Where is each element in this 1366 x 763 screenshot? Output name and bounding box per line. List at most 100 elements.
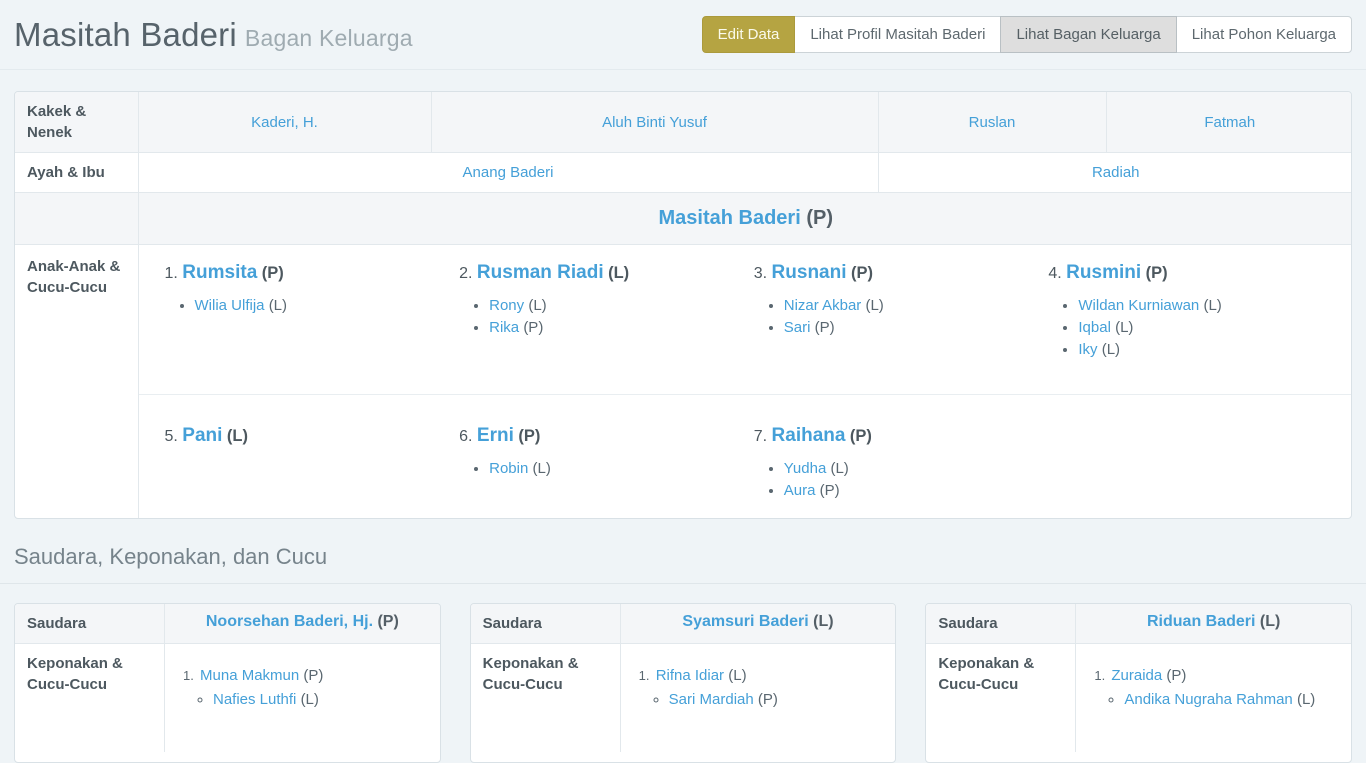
view-chart-button[interactable]: Lihat Bagan Keluarga <box>1000 16 1176 53</box>
person-link-child[interactable]: Rumsita <box>182 262 257 283</box>
sibling-card: Saudara Noorsehan Baderi, Hj. (P) Kepona… <box>14 603 441 763</box>
child-heading: 2. Rusman Riadi (L) <box>459 262 754 284</box>
self-cell: Masitah Baderi (P) <box>138 193 1352 245</box>
sibling-name-cell: Syamsuri Baderi (L) <box>621 604 896 643</box>
grandchild-item: Rony (L) <box>489 295 754 317</box>
gender-label: (L) <box>533 460 551 477</box>
siblings-section-heading: Saudara, Keponakan, dan Cucu <box>0 519 1366 584</box>
gender-label: (P) <box>262 264 284 282</box>
view-tree-button[interactable]: Lihat Pohon Keluarga <box>1176 16 1352 53</box>
person-link-grandchild[interactable]: Sari <box>784 319 811 336</box>
person-link-grandchild[interactable]: Yudha <box>784 460 827 477</box>
person-link-grandfather-paternal[interactable]: Kaderi, H. <box>251 114 318 131</box>
grandchildren-list: Nizar Akbar (L) Sari (P) <box>754 295 1049 339</box>
person-link-child[interactable]: Rusman Riadi <box>477 262 604 283</box>
person-link-grandchild[interactable]: Nizar Akbar <box>784 297 862 314</box>
gender-label: (P) <box>851 264 873 282</box>
grandchild-item: Robin (L) <box>489 458 754 480</box>
person-link-child[interactable]: Erni <box>477 425 514 446</box>
nephew-number: 1. <box>1094 668 1105 683</box>
person-link-nephew-child[interactable]: Sari Mardiah <box>669 691 754 708</box>
gender-label: (P) <box>820 482 840 499</box>
person-link-grandmother-paternal[interactable]: Aluh Binti Yusuf <box>602 114 707 131</box>
child-number: 6. <box>459 428 472 445</box>
person-link-child[interactable]: Rusnani <box>772 262 847 283</box>
nephews-cell: 1. Rifna Idiar (L) Sari Mardiah (P) <box>621 644 896 752</box>
grandchild-item: Iky (L) <box>1078 339 1343 361</box>
nephew-list: 1. Rifna Idiar (L) Sari Mardiah (P) <box>635 665 888 711</box>
gender-label: (P) <box>518 427 540 445</box>
mother-cell: Radiah <box>878 153 1352 193</box>
edit-data-button[interactable]: Edit Data <box>702 16 796 53</box>
children-grid-row-2: 5. Pani (L) 6. Erni (P) Robin (L) <box>139 394 1353 518</box>
child-entry: 6. Erni (P) Robin (L) <box>459 425 754 480</box>
gender-label: (L) <box>865 297 883 314</box>
sibling-name-cell: Riduan Baderi (L) <box>1076 604 1351 643</box>
sibling-label: Saudara <box>15 604 165 643</box>
person-link-mother[interactable]: Radiah <box>1092 164 1140 181</box>
person-link-grandchild[interactable]: Wilia Ulfija <box>195 297 265 314</box>
children-row: Anak-Anak & Cucu-Cucu 1. Rumsita (P) Wil… <box>15 245 1352 519</box>
children-row-label: Anak-Anak & Cucu-Cucu <box>15 245 138 519</box>
self-row-label-empty <box>15 193 138 245</box>
nephew-item: 1. Muna Makmun (P) Nafies Luthfi (L) <box>183 665 432 711</box>
parents-row-label: Ayah & Ibu <box>15 153 138 193</box>
person-link-grandchild[interactable]: Iky <box>1078 341 1097 358</box>
person-page-name: Masitah Baderi <box>14 16 237 53</box>
person-link-nephew[interactable]: Muna Makmun <box>200 667 299 684</box>
view-profile-button[interactable]: Lihat Profil Masitah Baderi <box>794 16 1001 53</box>
grandparent-cell: Aluh Binti Yusuf <box>431 92 878 153</box>
person-link-grandchild[interactable]: Iqbal <box>1078 319 1111 336</box>
child-heading: 1. Rumsita (P) <box>165 262 460 284</box>
page-header: Masitah BaderiBagan Keluarga Edit Data L… <box>0 0 1366 70</box>
gender-label: (P) <box>850 427 872 445</box>
nephews-cell: 1. Zuraida (P) Andika Nugraha Rahman (L) <box>1076 644 1351 752</box>
child-heading: 7. Raihana (P) <box>754 425 1049 447</box>
grandchild-item: Aura (P) <box>784 480 1049 502</box>
sibling-card-header: Saudara Noorsehan Baderi, Hj. (P) <box>15 604 440 643</box>
grandchild-item: Sari (P) <box>784 317 1049 339</box>
page-title: Masitah BaderiBagan Keluarga <box>14 16 413 54</box>
child-heading: 6. Erni (P) <box>459 425 754 447</box>
person-link-nephew[interactable]: Rifna Idiar <box>656 667 724 684</box>
person-link-nephew[interactable]: Zuraida <box>1111 667 1162 684</box>
person-link-child[interactable]: Rusmini <box>1066 262 1141 283</box>
person-link-self[interactable]: Masitah Baderi <box>659 207 801 229</box>
person-link-child[interactable]: Raihana <box>772 425 846 446</box>
person-link-grandfather-maternal[interactable]: Ruslan <box>969 114 1016 131</box>
grandchild-item: Rika (P) <box>489 317 754 339</box>
person-link-grandchild[interactable]: Rika <box>489 319 519 336</box>
person-link-grandchild[interactable]: Wildan Kurniawan <box>1078 297 1199 314</box>
child-entry: 3. Rusnani (P) Nizar Akbar (L) Sari (P) <box>754 262 1049 339</box>
person-link-sibling[interactable]: Noorsehan Baderi, Hj. <box>206 613 373 630</box>
gender-label: (L) <box>813 613 833 630</box>
nephew-children-list: Sari Mardiah (P) <box>639 689 888 711</box>
gender-label: (L) <box>269 297 287 314</box>
sibling-name-cell: Noorsehan Baderi, Hj. (P) <box>165 604 440 643</box>
person-link-sibling[interactable]: Syamsuri Baderi <box>682 613 808 630</box>
child-entry: 5. Pani (L) <box>165 425 460 447</box>
person-link-nephew-child[interactable]: Andika Nugraha Rahman <box>1124 691 1292 708</box>
gender-label: (L) <box>1203 297 1221 314</box>
person-link-child[interactable]: Pani <box>182 425 222 446</box>
child-heading: 3. Rusnani (P) <box>754 262 1049 284</box>
gender-label: (P) <box>523 319 543 336</box>
sibling-card: Saudara Syamsuri Baderi (L) Keponakan & … <box>470 603 897 763</box>
gender-label: (P) <box>303 667 323 684</box>
person-link-grandmother-maternal[interactable]: Fatmah <box>1204 114 1255 131</box>
person-link-father[interactable]: Anang Baderi <box>463 164 554 181</box>
father-cell: Anang Baderi <box>138 153 878 193</box>
person-link-grandchild[interactable]: Robin <box>489 460 528 477</box>
person-link-grandchild[interactable]: Rony <box>489 297 524 314</box>
sibling-card-header: Saudara Riduan Baderi (L) <box>926 604 1351 643</box>
gender-label: (L) <box>608 264 629 282</box>
nephew-list: 1. Muna Makmun (P) Nafies Luthfi (L) <box>179 665 432 711</box>
gender-label: (P) <box>1146 264 1168 282</box>
grandchildren-list: Wildan Kurniawan (L) Iqbal (L) Iky (L) <box>1048 295 1343 361</box>
grandparents-row-label: Kakek & Nenek <box>15 92 138 153</box>
person-link-nephew-child[interactable]: Nafies Luthfi <box>213 691 296 708</box>
person-link-grandchild[interactable]: Aura <box>784 482 816 499</box>
nephew-number: 1. <box>639 668 650 683</box>
child-entry: 7. Raihana (P) Yudha (L) Aura (P) <box>754 425 1049 502</box>
person-link-sibling[interactable]: Riduan Baderi <box>1147 613 1255 630</box>
